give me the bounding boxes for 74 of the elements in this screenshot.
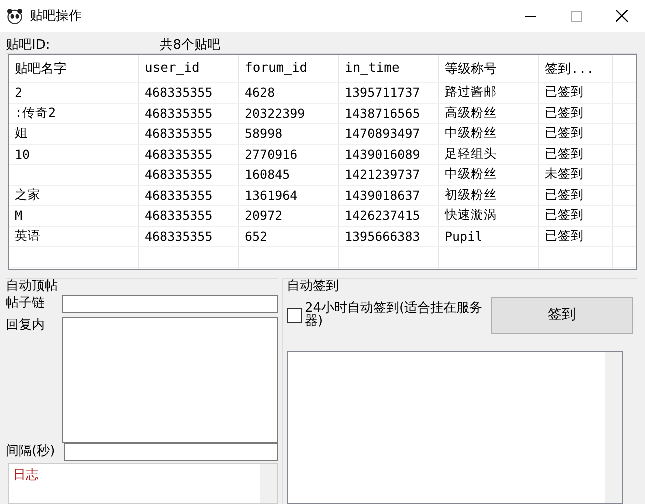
table-cell: 未签到	[545, 166, 584, 184]
table-cell: 已签到	[545, 84, 584, 102]
field-label: 回复内	[6, 317, 46, 335]
column-header[interactable]: user_id	[139, 55, 239, 82]
table-cell: 足轻组头	[445, 146, 497, 163]
column-header[interactable]: 签到...	[539, 55, 613, 82]
table-cell: 1421239737	[345, 167, 420, 182]
window-title: 贴吧操作	[30, 8, 82, 25]
log-text: 日志	[12, 467, 40, 485]
table-cell: 468335355	[145, 85, 213, 100]
table-cell: 20972	[245, 208, 283, 224]
table-cell: 初级粉丝	[445, 186, 497, 204]
table-cell: 高级粉丝	[445, 104, 497, 122]
column-header[interactable]: 等级称号	[439, 55, 539, 82]
table-cell: 2	[15, 85, 23, 100]
table-cell: 652	[245, 228, 268, 244]
table-cell: 2770916	[245, 146, 298, 162]
table-cell: 1439018637	[345, 188, 420, 203]
table-cell: M	[15, 208, 23, 224]
table-cell: 468335355	[145, 146, 213, 162]
table-cell: 468335355	[145, 228, 213, 244]
table-cell: 468335355	[145, 208, 213, 224]
table-cell: 468335355	[145, 167, 213, 182]
table-cell: Pupil	[445, 228, 483, 244]
table-cell: 1439016089	[345, 146, 420, 162]
table-cell: 已签到	[545, 125, 584, 142]
close-icon	[616, 10, 628, 22]
column-header[interactable]: 贴吧名字	[9, 55, 139, 82]
forum-id-label: 贴吧ID:	[6, 36, 50, 54]
table-cell: 4628	[245, 85, 276, 100]
table-cell: 1438716565	[345, 106, 420, 121]
log-box[interactable]: 日志	[8, 463, 278, 504]
table-cell: 快速漩涡	[445, 207, 497, 224]
table-cell: 468335355	[145, 106, 213, 121]
table-cell: 中级粉丝	[445, 125, 497, 142]
table-cell: 160845	[245, 167, 290, 182]
table-cell: 已签到	[545, 228, 584, 245]
table-cell: :传奇2	[15, 104, 56, 122]
table-cell: 58998	[245, 126, 283, 142]
table-cell: 468335355	[145, 188, 213, 203]
table-cell: 1395711737	[345, 85, 420, 100]
scroll-bar[interactable]	[260, 464, 277, 503]
table-cell: 468335355	[145, 126, 213, 142]
table-cell: 1361964	[245, 188, 298, 203]
field-label: 帖子链	[6, 295, 46, 313]
field-label: 间隔(秒)	[6, 443, 56, 461]
table-cell: 之家	[15, 186, 41, 204]
column-header[interactable]: in_time	[339, 55, 439, 82]
checkbox-label: 24小时自动签到(适合挂在服务器)	[305, 302, 483, 328]
table-cell: 路过酱邮	[445, 84, 497, 102]
sign-in-button[interactable]: 签到	[491, 296, 633, 334]
table-cell: 10	[15, 146, 30, 162]
table-cell: 已签到	[545, 186, 584, 204]
table-cell: 已签到	[545, 104, 584, 122]
table-cell: 已签到	[545, 207, 584, 224]
table-cell: 中级粉丝	[445, 166, 497, 184]
interval-field[interactable]	[64, 443, 278, 461]
column-header[interactable]: forum_id	[239, 55, 339, 82]
table-cell: 已签到	[545, 146, 584, 163]
checkbox[interactable]	[287, 308, 302, 322]
maximize-icon	[570, 10, 582, 22]
table-cell: 姐	[15, 125, 28, 142]
table-cell: 1426237415	[345, 208, 420, 224]
scroll-bar[interactable]	[605, 352, 622, 503]
forum-count: 共8个贴吧	[160, 36, 221, 54]
reply-field[interactable]	[62, 317, 278, 443]
table-cell: 20322399	[245, 106, 306, 121]
table-cell: 1395666383	[345, 228, 420, 244]
table-cell: 1470893497	[345, 126, 420, 142]
group-title: 自动签到	[287, 279, 340, 295]
panda-icon	[6, 7, 24, 25]
table-cell: 英语	[15, 228, 41, 245]
group-title: 自动顶帖	[6, 279, 59, 295]
link-field[interactable]	[62, 295, 278, 313]
